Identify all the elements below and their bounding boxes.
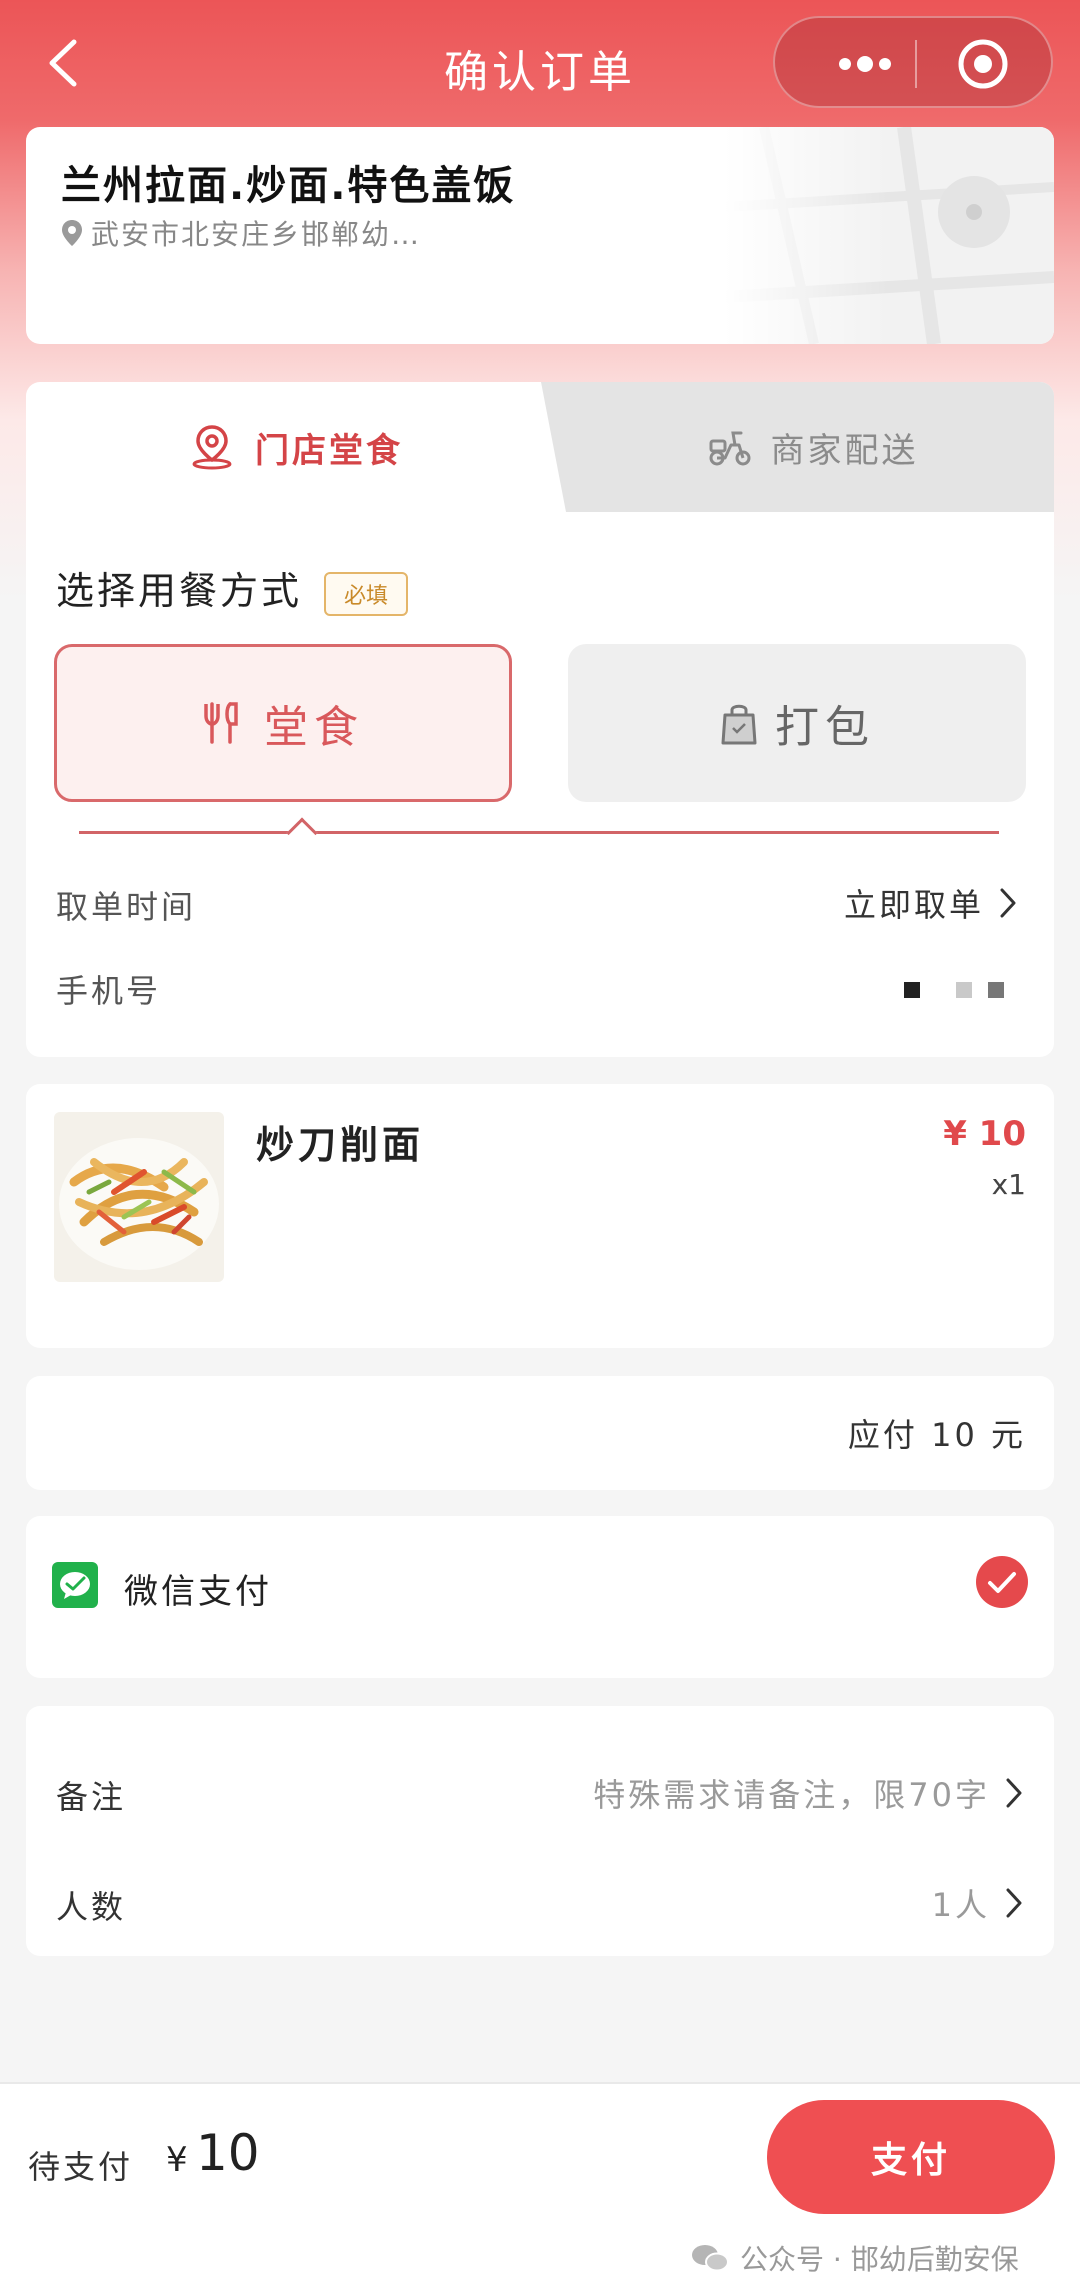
pickup-time-value: 立即取单 — [843, 886, 984, 924]
pay-button[interactable]: 支付 — [767, 2100, 1055, 2214]
notes-field[interactable]: 特殊需求请备注，限70字 — [593, 1770, 1024, 1816]
wechat-logo-icon — [692, 2245, 729, 2272]
dish-name: 炒刀削面 — [256, 1123, 425, 1167]
currency-symbol: ¥ — [166, 2140, 188, 2180]
tab-dine-in-store[interactable]: 门店堂食 — [26, 382, 566, 512]
phone-label: 手机号 — [56, 972, 162, 1010]
nav-bar: 确认订单 — [0, 0, 1080, 128]
watermark: 公众号 · 邯幼后勤安保 — [690, 2238, 1019, 2278]
map-thumbnail — [724, 127, 1054, 344]
shopping-bag-icon — [721, 704, 757, 745]
store-address: 武安市北安庄乡邯郸幼… — [91, 218, 422, 251]
amount-due-card: 应付 10 元 — [26, 1376, 1054, 1490]
dish-price: ¥ 10 — [943, 1114, 1026, 1154]
store-card[interactable]: 兰州拉面.炒面.特色盖饭 武安市北安庄乡邯郸幼… — [26, 127, 1054, 344]
option-indicator-line — [79, 831, 999, 834]
payment-method-card[interactable]: 微信支付 — [26, 1516, 1054, 1678]
dish-quantity: x1 — [991, 1168, 1026, 1201]
capsule-divider — [915, 40, 917, 88]
dining-method-label: 选择用餐方式 — [56, 569, 303, 613]
more-button[interactable] — [815, 44, 915, 84]
tab-label: 门店堂食 — [255, 430, 403, 471]
location-pin-icon — [62, 220, 82, 246]
option-takeaway[interactable]: 打包 — [568, 644, 1026, 802]
pickup-time-selector[interactable]: 立即取单 — [844, 880, 1018, 926]
dish-image — [54, 1112, 224, 1282]
order-item-card: 炒刀削面 ¥ 10 x1 — [26, 1084, 1054, 1348]
payment-method-label: 微信支付 — [124, 1572, 272, 1612]
close-button[interactable] — [955, 36, 1011, 92]
more-dots-icon — [839, 56, 891, 72]
amount-due-text: 应付 10 元 — [847, 1416, 1026, 1454]
chevron-right-icon — [1006, 1778, 1022, 1808]
mini-program-capsule — [773, 16, 1053, 108]
option-indicator-notch — [286, 817, 318, 849]
guests-value: 1人 — [931, 1886, 990, 1924]
watermark-text: 公众号 · 邯幼后勤安保 — [740, 2243, 1019, 2276]
due-amount: 10 — [196, 2124, 260, 2182]
store-address-row: 武安市北安庄乡邯郸幼… — [61, 213, 421, 253]
bottom-pay-bar: 待支付 ¥ 10 支付 公众号 · 邯幼后勤安保 — [0, 2082, 1080, 2282]
due-label: 待支付 — [28, 2148, 134, 2186]
option-label: 打包 — [775, 702, 875, 753]
chevron-right-icon — [1006, 1888, 1022, 1918]
store-location-icon — [192, 425, 232, 470]
tab-merchant-delivery[interactable]: 商家配送 — [541, 382, 1054, 512]
close-target-icon — [958, 39, 1008, 89]
extras-card: 备注 特殊需求请备注，限70字 人数 1人 — [26, 1706, 1054, 1956]
guests-label: 人数 — [56, 1888, 127, 1926]
store-name: 兰州拉面.炒面.特色盖饭 — [61, 163, 516, 209]
scooter-icon — [709, 431, 750, 466]
pickup-time-label: 取单时间 — [56, 888, 197, 926]
notes-label: 备注 — [56, 1778, 127, 1816]
checkmark-icon[interactable] — [976, 1556, 1028, 1608]
tab-label: 商家配送 — [770, 430, 919, 471]
cutlery-icon — [204, 702, 238, 744]
wechat-pay-icon — [52, 1562, 98, 1608]
phone-value-masked[interactable] — [904, 982, 1004, 998]
guests-selector[interactable]: 1人 — [932, 1880, 1024, 1926]
notes-placeholder: 特殊需求请备注，限70字 — [593, 1776, 990, 1814]
chevron-right-icon — [1000, 888, 1016, 918]
required-badge: 必填 — [324, 572, 409, 616]
option-label: 堂食 — [264, 702, 364, 753]
order-options-card: 门店堂食 商家配送 选择用餐方式 必填 堂食 打包 取单时间 立即取单 手机号 — [26, 382, 1054, 1057]
option-dine-in[interactable]: 堂食 — [54, 644, 512, 802]
